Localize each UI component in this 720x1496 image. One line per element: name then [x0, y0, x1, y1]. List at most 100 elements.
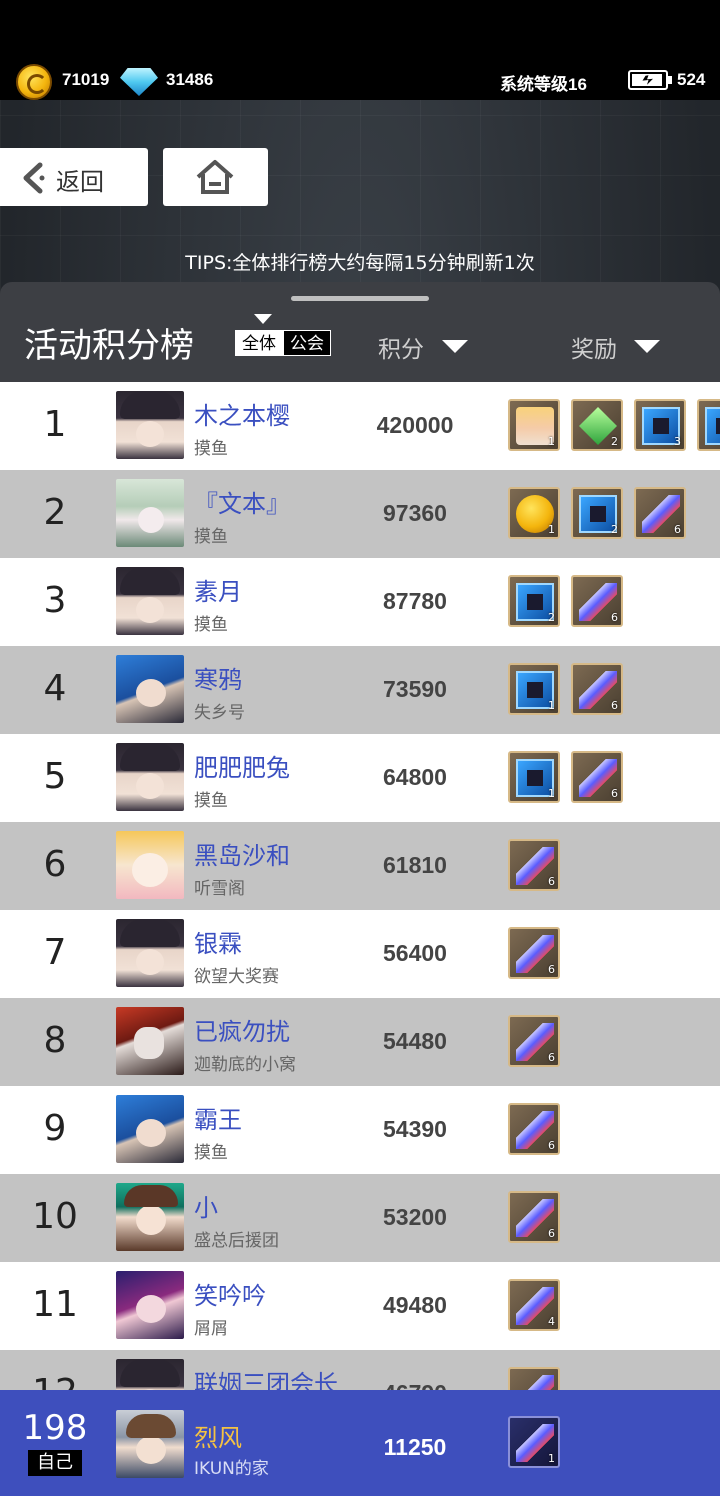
reward-item[interactable]: 6 [571, 751, 623, 803]
reward-list [508, 1367, 720, 1390]
reward-item[interactable]: 1 [508, 1416, 560, 1468]
home-button[interactable] [163, 148, 268, 206]
reward-list: 6 [508, 1015, 720, 1069]
ranking-row[interactable]: 9 霸王 摸鱼 54390 6 [0, 1086, 720, 1174]
panel-drag-handle[interactable] [291, 296, 429, 301]
player-name[interactable]: 黑岛沙和 [194, 836, 290, 871]
reward-item[interactable]: 2 [571, 399, 623, 451]
player-avatar[interactable] [116, 743, 184, 811]
player-score: 49480 [383, 1292, 447, 1318]
reward-item[interactable]: 3 [634, 399, 686, 451]
reward-item[interactable]: 1 [508, 399, 560, 451]
player-name[interactable]: 笑吟吟 [194, 1276, 266, 1311]
player-score: 53200 [383, 1204, 447, 1230]
rank-number: 8 [43, 1020, 67, 1061]
self-rank-number: 198 [22, 1408, 88, 1448]
reward-column-header[interactable]: 奖励 [571, 330, 617, 364]
reward-item[interactable]: 1 [508, 487, 560, 539]
player-score: 61810 [383, 852, 447, 878]
player-name[interactable]: 素月 [194, 572, 242, 607]
ranking-row[interactable]: 8 已疯勿扰 迦勒底的小窝 54480 6 [0, 998, 720, 1086]
reward-list: 6 [508, 1191, 720, 1245]
player-name[interactable]: 『文本』 [194, 484, 290, 519]
player-name[interactable]: 霸王 [194, 1100, 242, 1135]
player-name[interactable]: 小 [194, 1188, 218, 1223]
reward-item[interactable]: 6 [508, 927, 560, 979]
player-avatar[interactable] [116, 479, 184, 547]
scope-all-tab[interactable]: 全体 [235, 330, 283, 356]
reward-item[interactable]: 6 [508, 839, 560, 891]
scope-guild-tab[interactable]: 公会 [283, 330, 331, 356]
ranking-row[interactable]: 5 肥肥肥兔 摸鱼 64800 1 6 [0, 734, 720, 822]
reward-item[interactable]: 6 [634, 487, 686, 539]
player-avatar[interactable] [116, 1095, 184, 1163]
player-name[interactable]: 肥肥肥兔 [194, 748, 290, 783]
reward-item[interactable]: 2 [508, 575, 560, 627]
score-column-header[interactable]: 积分 [378, 330, 424, 364]
reward-item[interactable]: 6 [571, 663, 623, 715]
player-avatar[interactable] [116, 1007, 184, 1075]
reward-count: 6 [611, 699, 618, 712]
reward-count: 2 [611, 435, 618, 448]
scope-toggle[interactable]: 全体 公会 [235, 330, 331, 356]
reward-item[interactable]: 1 [508, 663, 560, 715]
player-avatar[interactable] [116, 1359, 184, 1390]
ranking-row[interactable]: 3 素月 摸鱼 87780 2 6 [0, 558, 720, 646]
player-score: 97360 [383, 500, 447, 526]
ranking-row[interactable]: 7 银霖 欲望大奖赛 56400 6 [0, 910, 720, 998]
ranking-list[interactable]: 1 木之本樱 摸鱼 420000 1 2 3 2 『文本』 摸鱼 97360 1 2 6 3 素月 摸鱼 8778… [0, 382, 720, 1390]
ranking-row[interactable]: 4 寒鸦 失乡号 73590 1 6 [0, 646, 720, 734]
reward-count: 6 [548, 963, 555, 976]
player-name[interactable]: 联姻三团会长 [194, 1364, 338, 1390]
player-name[interactable]: 银霖 [194, 924, 242, 959]
rank-number: 11 [32, 1284, 78, 1325]
player-name[interactable]: 已疯勿扰 [194, 1012, 290, 1047]
rank-number: 5 [43, 756, 67, 797]
reward-item[interactable]: 2 [571, 487, 623, 539]
reward-list: 6 [508, 927, 720, 981]
score-sort-icon[interactable] [442, 340, 468, 353]
reward-item[interactable]: 1 [508, 751, 560, 803]
player-name[interactable]: 寒鸦 [194, 660, 242, 695]
reward-count: 6 [548, 1051, 555, 1064]
rank-number: 7 [43, 932, 67, 973]
refresh-tips: TIPS:全体排行榜大约每隔15分钟刷新1次 [185, 252, 535, 274]
ranking-row[interactable]: 11 笑吟吟 屑屑 49480 4 [0, 1262, 720, 1350]
player-avatar[interactable] [116, 391, 184, 459]
ranking-row[interactable]: 12 联姻三团会长 46790 [0, 1350, 720, 1390]
chip-item-icon [705, 407, 720, 445]
gem-count: 31486 [166, 70, 214, 89]
player-name[interactable]: 木之本樱 [194, 396, 290, 431]
rank-number: 6 [43, 844, 67, 885]
self-rank-bar[interactable]: 198 自己 烈风 IKUN的家 11250 1 [0, 1390, 720, 1496]
self-avatar[interactable] [116, 1410, 184, 1478]
reward-item[interactable] [697, 399, 720, 451]
guild-name: 摸鱼 [194, 439, 228, 459]
reward-sort-icon[interactable] [634, 340, 660, 353]
rank-number: 4 [43, 668, 67, 709]
currency-bar: 71019 31486 系统等级16 524 [0, 60, 720, 100]
reward-item[interactable]: 6 [571, 575, 623, 627]
rank-number: 2 [43, 492, 67, 533]
rank-number: 1 [43, 404, 67, 445]
player-avatar[interactable] [116, 1271, 184, 1339]
reward-item[interactable]: 6 [508, 1015, 560, 1067]
reward-count: 2 [611, 523, 618, 536]
home-icon [196, 160, 234, 194]
player-avatar[interactable] [116, 831, 184, 899]
reward-item[interactable]: 4 [508, 1279, 560, 1331]
ranking-row[interactable]: 10 小盛总后援团 53200 6 [0, 1174, 720, 1262]
player-avatar[interactable] [116, 655, 184, 723]
reward-item[interactable]: 6 [508, 1103, 560, 1155]
back-button[interactable]: 返回 [0, 148, 148, 206]
reward-item[interactable]: 6 [508, 1191, 560, 1243]
reward-item[interactable] [508, 1367, 560, 1390]
ranking-row[interactable]: 2 『文本』摸鱼 97360 1 2 6 [0, 470, 720, 558]
player-avatar[interactable] [116, 567, 184, 635]
player-avatar[interactable] [116, 919, 184, 987]
reward-count: 1 [548, 787, 555, 800]
player-avatar[interactable] [116, 1183, 184, 1251]
ranking-row[interactable]: 6 黑岛沙和 听雪阁 61810 6 [0, 822, 720, 910]
guild-name: 摸鱼 [194, 527, 228, 547]
ranking-row[interactable]: 1 木之本樱 摸鱼 420000 1 2 3 [0, 382, 720, 470]
